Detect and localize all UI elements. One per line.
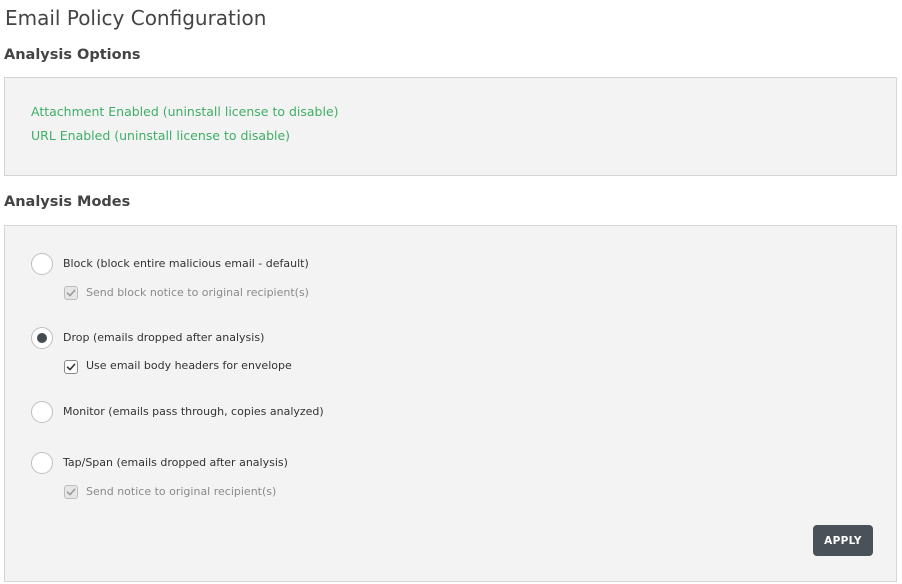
send-block-notice-checkbox bbox=[64, 286, 78, 300]
analysis-modes-panel: Block (block entire malicious email - de… bbox=[4, 225, 897, 582]
apply-button[interactable]: APPLY bbox=[813, 525, 873, 556]
check-icon bbox=[66, 363, 76, 371]
radio-selected-dot bbox=[37, 333, 47, 343]
block-mode-radio[interactable] bbox=[31, 253, 53, 275]
page-title: Email Policy Configuration bbox=[5, 6, 267, 30]
send-notice-label: Send notice to original recipient(s) bbox=[86, 485, 277, 498]
send-notice-checkbox bbox=[64, 485, 78, 499]
drop-mode-radio[interactable] bbox=[31, 327, 53, 349]
analysis-options-panel: Attachment Enabled (uninstall license to… bbox=[4, 77, 897, 176]
check-icon bbox=[66, 289, 76, 297]
check-icon bbox=[66, 488, 76, 496]
block-mode-label[interactable]: Block (block entire malicious email - de… bbox=[63, 256, 309, 272]
analysis-options-title: Analysis Options bbox=[4, 47, 141, 63]
monitor-mode-label[interactable]: Monitor (emails pass through, copies ana… bbox=[63, 404, 324, 420]
monitor-mode-radio[interactable] bbox=[31, 401, 53, 423]
use-body-headers-label[interactable]: Use email body headers for envelope bbox=[86, 358, 292, 374]
drop-mode-label[interactable]: Drop (emails dropped after analysis) bbox=[63, 330, 264, 346]
tap-span-mode-radio[interactable] bbox=[31, 452, 53, 474]
tap-span-mode-label[interactable]: Tap/Span (emails dropped after analysis) bbox=[63, 455, 288, 471]
use-body-headers-checkbox[interactable] bbox=[64, 360, 78, 374]
analysis-modes-title: Analysis Modes bbox=[4, 194, 131, 210]
attachment-status-text: Attachment Enabled (uninstall license to… bbox=[31, 104, 339, 119]
url-status-text: URL Enabled (uninstall license to disabl… bbox=[31, 128, 291, 143]
send-block-notice-label: Send block notice to original recipient(… bbox=[86, 286, 309, 299]
